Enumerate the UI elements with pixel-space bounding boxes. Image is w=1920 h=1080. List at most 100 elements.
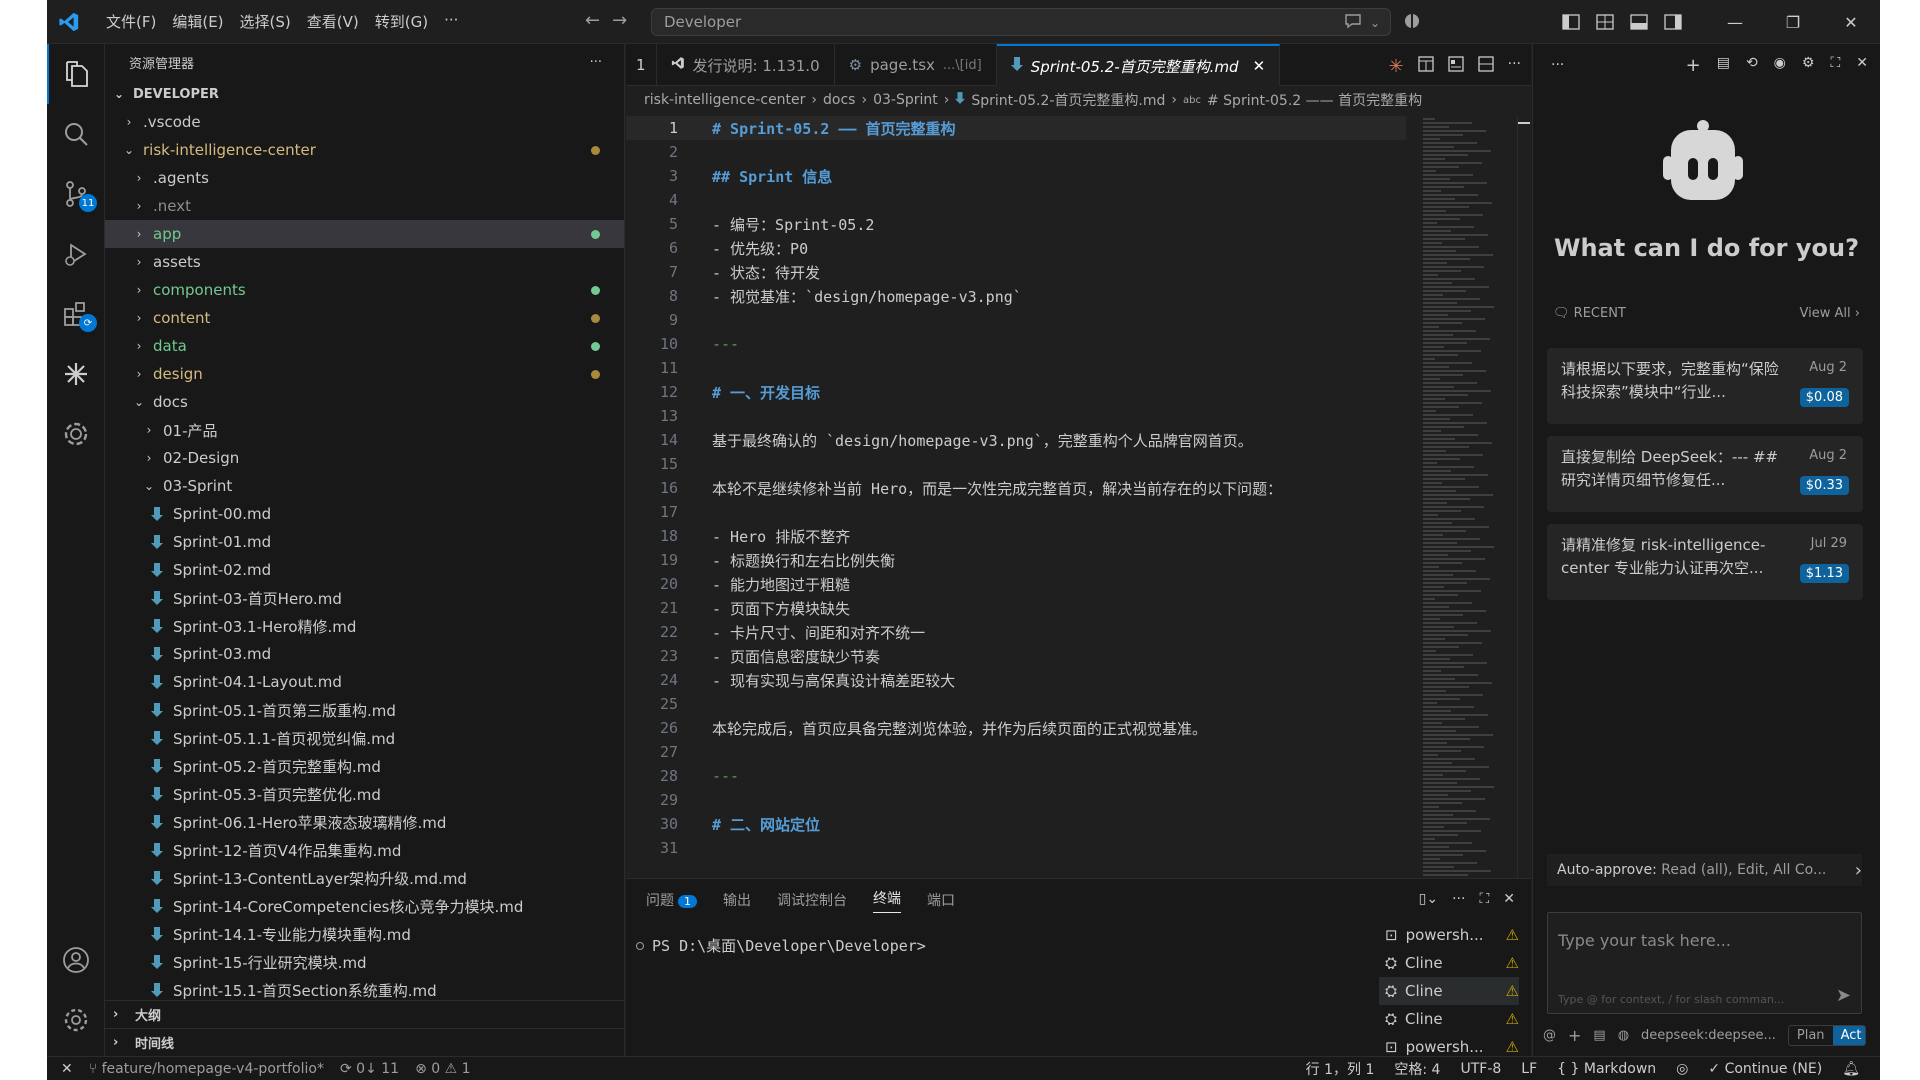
notifications-bell-icon[interactable]: 🔔︎ — [1842, 1061, 1860, 1077]
folder-item[interactable]: › data — [105, 332, 624, 360]
breadcrumb-item[interactable]: docs — [823, 92, 855, 108]
toggle-secondary-sidebar-icon[interactable] — [1656, 14, 1690, 30]
task-input[interactable]: Type your task here... Type @ for contex… — [1547, 912, 1862, 1014]
plan-mode-button[interactable]: Plan — [1789, 1026, 1833, 1045]
panel-tab[interactable]: 端口 — [927, 890, 955, 910]
outline-section[interactable]: › 大纲 — [105, 1000, 624, 1028]
breadcrumb-item[interactable]: # Sprint-05.2 —— 首页完整重构 — [1207, 90, 1422, 110]
folder-item[interactable]: › .next — [105, 192, 624, 220]
line-ending[interactable]: LF — [1521, 1061, 1537, 1077]
at-mention-icon[interactable]: @ — [1543, 1028, 1556, 1043]
account-icon[interactable] — [47, 930, 105, 990]
plan-act-toggle[interactable]: Plan Act — [1787, 1024, 1866, 1046]
file-item[interactable]: Sprint-02.md — [105, 556, 624, 584]
more-actions-icon[interactable]: ··· — [1508, 56, 1521, 77]
panel-tab[interactable]: 输出 — [723, 890, 751, 910]
terminal-item[interactable]: ⛭ Cline ⚠ — [1379, 949, 1519, 977]
more-actions-icon[interactable]: ··· — [1551, 57, 1564, 73]
customize-layout-icon[interactable] — [1588, 14, 1622, 30]
folder-item[interactable]: › 01-产品 — [105, 416, 624, 444]
continue-status[interactable]: ✓ Continue (NE) — [1708, 1061, 1822, 1077]
file-item[interactable]: Sprint-03-首页Hero.md — [105, 584, 624, 612]
account-circle-icon[interactable]: ◉ — [1774, 55, 1786, 76]
tab-overflow-count[interactable]: 1 — [626, 44, 657, 86]
new-task-icon[interactable]: + — [1686, 55, 1701, 76]
file-item[interactable]: Sprint-00.md — [105, 500, 624, 528]
explorer-icon[interactable] — [47, 44, 105, 104]
add-icon[interactable]: + — [1568, 1026, 1581, 1045]
indentation[interactable]: 空格: 4 — [1394, 1059, 1440, 1079]
file-item[interactable]: Sprint-13-ContentLayer架构升级.md.md — [105, 864, 624, 892]
problems-indicator[interactable]: ⊗ 0 ⚠ 1 — [415, 1061, 470, 1077]
folder-item[interactable]: › components — [105, 276, 624, 304]
restore-icon[interactable]: ❐ — [1764, 0, 1822, 44]
search-icon[interactable] — [47, 104, 105, 164]
language-mode[interactable]: { } Markdown — [1557, 1061, 1656, 1077]
run-debug-icon[interactable] — [47, 224, 105, 284]
folder-item[interactable]: › app — [105, 220, 624, 248]
preview-side-icon[interactable] — [1447, 56, 1464, 77]
recent-task-card[interactable]: 请精准修复 risk-intelligence-center 专业能力认证再次空… — [1547, 524, 1863, 600]
copilot-chat-icon[interactable] — [1344, 13, 1362, 33]
file-item[interactable]: Sprint-03.md — [105, 640, 624, 668]
menu-item[interactable]: 文件(F) — [99, 7, 163, 36]
breadcrumb-item[interactable]: risk-intelligence-center — [644, 92, 805, 108]
history-icon[interactable]: ⟲ — [1746, 55, 1758, 76]
folder-item[interactable]: ⌄ 03-Sprint — [105, 472, 624, 500]
more-actions-icon[interactable]: ··· — [1452, 891, 1465, 907]
file-item[interactable]: Sprint-06.1-Hero苹果液态玻璃精修.md — [105, 808, 624, 836]
copilot-icon[interactable] — [1403, 12, 1421, 34]
close-chat-icon[interactable]: ✕ — [1856, 55, 1868, 76]
close-window-icon[interactable]: ✕ — [1822, 0, 1880, 44]
command-center-search[interactable]: Developer ⌄ — [651, 8, 1391, 36]
editor-tab[interactable]: ⚙ page.tsx ...\[id] — [835, 44, 997, 86]
folder-item[interactable]: › design — [105, 360, 624, 388]
folder-item[interactable]: › assets — [105, 248, 624, 276]
claude-icon[interactable] — [47, 344, 105, 404]
cursor-position[interactable]: 行 1，列 1 — [1306, 1059, 1375, 1079]
folder-item[interactable]: › .agents — [105, 164, 624, 192]
terminal-item[interactable]: ⊡ powersh... ⚠ — [1379, 921, 1519, 949]
panel-tab[interactable]: 终端 — [873, 888, 901, 913]
editor-scrollbar[interactable] — [1517, 116, 1531, 878]
file-item[interactable]: Sprint-12-首页V4作品集重构.md — [105, 836, 624, 864]
chevron-down-icon[interactable]: ⌄ — [1370, 16, 1380, 30]
file-item[interactable]: Sprint-05.3-首页完整优化.md — [105, 780, 624, 808]
menu-item[interactable]: 转到(G) — [368, 7, 435, 36]
terminal-output[interactable]: PS D:\桌面\Developer\Developer> — [636, 935, 926, 956]
editor-tab[interactable]: 发行说明: 1.131.0 — [657, 44, 835, 86]
menu-item[interactable]: 编辑(E) — [165, 7, 230, 36]
back-arrow-icon[interactable]: ← — [585, 10, 600, 31]
folder-item[interactable]: › content — [105, 304, 624, 332]
panel-tab[interactable]: 调试控制台 — [777, 890, 847, 910]
breadcrumb-item[interactable]: 03-Sprint — [873, 92, 938, 108]
menu-item[interactable]: ··· — [437, 7, 465, 36]
copilot-status-icon[interactable]: ◎ — [1676, 1061, 1688, 1077]
recent-task-card[interactable]: 直接复制给 DeepSeek：--- ## 研究详情页细节修复任... Aug 2… — [1547, 436, 1863, 512]
file-item[interactable]: Sprint-05.2-首页完整重构.md — [105, 752, 624, 780]
split-editor-icon[interactable] — [1477, 56, 1494, 77]
folder-item[interactable]: ⌄ risk-intelligence-center — [105, 136, 624, 164]
maximize-panel-icon[interactable]: ⛶ — [1479, 891, 1489, 907]
editor-tab[interactable]: Sprint-05.2-首页完整重构.md ✕ — [996, 44, 1281, 86]
claude-code-icon[interactable]: ✳ — [1389, 56, 1404, 77]
file-item[interactable]: Sprint-01.md — [105, 528, 624, 556]
terminal-item[interactable]: ⛭ Cline ⚠ — [1379, 1005, 1519, 1033]
folder-item[interactable]: › 02-Design — [105, 444, 624, 472]
auto-approve-bar[interactable]: Auto-approve: Read (all), Edit, All Co..… — [1547, 854, 1862, 886]
forward-arrow-icon[interactable]: → — [612, 10, 627, 31]
open-in-editor-icon[interactable]: ⛶ — [1830, 55, 1840, 76]
workspace-root[interactable]: ⌄ DEVELOPER — [105, 80, 624, 108]
file-item[interactable]: Sprint-14.1-专业能力模块重构.md — [105, 920, 624, 948]
file-item[interactable]: Sprint-05.1.1-首页视觉纠偏.md — [105, 724, 624, 752]
minimap[interactable] — [1423, 116, 1513, 878]
close-tab-icon[interactable]: ✕ — [1253, 57, 1266, 75]
toggle-panel-icon[interactable] — [1622, 14, 1656, 30]
mcp-servers-icon[interactable]: ▤ — [1717, 55, 1730, 76]
file-item[interactable]: Sprint-14-CoreCompetencies核心竞争力模块.md — [105, 892, 624, 920]
model-selector[interactable]: deepseek:deepsee... — [1641, 1028, 1776, 1043]
panel-tab[interactable]: 问题 1 — [646, 890, 697, 910]
timeline-section[interactable]: › 时间线 — [105, 1028, 624, 1056]
code-editor[interactable]: 1 # Sprint-05.2 —— 首页完整重构 2 3 ## Sprint 信息 4 5… — [626, 116, 1531, 878]
folder-item[interactable]: › .vscode — [105, 108, 624, 136]
